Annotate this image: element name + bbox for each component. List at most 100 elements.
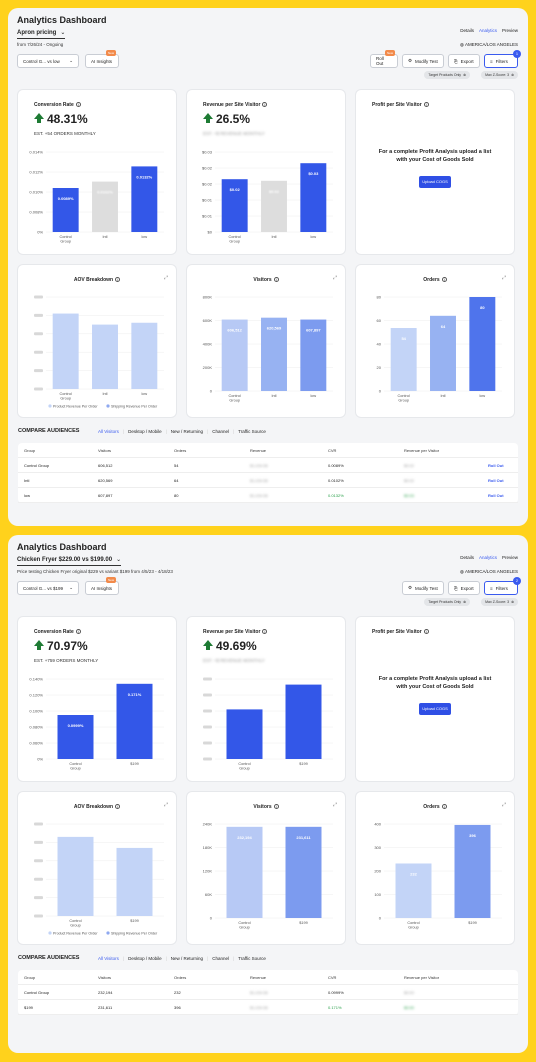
roll-out-button[interactable]: Roll Out New (370, 50, 398, 68)
expand-icon[interactable]: ⤢ (502, 802, 506, 808)
y-tick-label: 0 (379, 389, 382, 394)
filter-chip[interactable]: Target Products Only ⊗ (424, 598, 470, 606)
info-icon[interactable]: i (262, 102, 268, 108)
tab-traffic-source[interactable]: Traffic Source (238, 956, 266, 961)
close-icon[interactable]: ⊗ (463, 600, 466, 604)
info-icon[interactable]: i (115, 804, 121, 810)
upload-cogs-button[interactable]: Upload COGS (419, 703, 451, 715)
view-link-analytics[interactable]: Analytics (479, 555, 497, 560)
info-icon[interactable]: i (115, 277, 121, 283)
y-tick-label-blurred (203, 725, 212, 729)
close-icon[interactable]: ⊗ (511, 73, 514, 77)
export-button[interactable]: ⎘ Export (448, 54, 480, 68)
modify-test-button[interactable]: ⚙ Modify Test (402, 54, 444, 68)
info-icon[interactable]: i (441, 804, 447, 810)
y-tick-label: 800K (203, 295, 213, 300)
info-icon[interactable]: i (273, 277, 279, 283)
legend-marker (48, 404, 52, 408)
tab-channel[interactable]: Channel (212, 956, 229, 961)
filters-button[interactable]: ≡ Filters 2 (484, 577, 521, 595)
expand-icon[interactable]: ⤢ (502, 275, 506, 281)
bar-value-label: 231,611 (296, 835, 311, 840)
info-icon[interactable]: i (273, 804, 279, 810)
filter-icon: ≡ (490, 58, 493, 64)
ai-insights-button[interactable]: AI Insights New (85, 50, 119, 68)
view-links: Details Analytics Preview (455, 555, 518, 560)
view-link-analytics[interactable]: Analytics (479, 28, 497, 33)
tab-all-visitors[interactable]: All Visitors (98, 429, 119, 434)
bar-value-label: 80 (480, 305, 485, 310)
filter-chip[interactable]: Max Z-Score: 3 ⊗ (481, 598, 518, 606)
y-tick-label: 200K (203, 365, 213, 370)
cell-visitors: 620,569 (98, 478, 113, 483)
tab-traffic-source[interactable]: Traffic Source (238, 429, 266, 434)
gear-icon: ⚙ (408, 58, 413, 63)
cell-revenue: $1,234.56 (250, 463, 268, 468)
info-icon[interactable]: i (441, 277, 447, 283)
y-tick-label: $0.01 (202, 214, 213, 219)
expand-icon[interactable]: ⤢ (333, 802, 337, 808)
expand-icon[interactable]: ⤢ (164, 275, 168, 281)
tab-desktop-mobile[interactable]: Desktop / Mobile (128, 956, 162, 961)
column-header: Orders (174, 448, 187, 453)
cell-rpv: $0.00 (404, 990, 415, 995)
card-title: Conversion Rate i (34, 102, 176, 108)
filter-chip[interactable]: Max Z-Score: 3 ⊗ (481, 71, 518, 79)
roll-out-link[interactable]: Roll Out (488, 493, 504, 498)
cell-orders: 232 (174, 990, 181, 995)
x-tick-label: Intl (102, 392, 107, 396)
cell-rpv: $0.02 (404, 463, 415, 468)
info-icon[interactable]: i (423, 102, 429, 108)
view-link-preview[interactable]: Preview (502, 28, 518, 33)
conversion-rate-card: Conversion Rate i 48.31% EST. +54 ORDERS MO… (18, 90, 176, 254)
tab-all-visitors[interactable]: All Visitors (98, 956, 119, 961)
filters-label: Filters (495, 58, 508, 64)
compare-table: Group Visitors Orders Revenue CVR Revenue per… (18, 970, 518, 1015)
view-link-preview[interactable]: Preview (502, 555, 518, 560)
bar-value-label: 232 (410, 871, 417, 876)
modify-test-label: Modify Test (415, 585, 438, 591)
info-icon[interactable]: i (75, 102, 81, 108)
table-row: Control Group 606,512 54 $1,234.56 0.0089% $0… (18, 458, 518, 473)
card-title-text: Visitors (253, 277, 272, 283)
expand-icon[interactable]: ⤢ (333, 275, 337, 281)
tab-separator: | (207, 429, 209, 434)
arrow-up-icon (203, 640, 213, 650)
card-title: Visitors i (187, 804, 345, 810)
close-icon[interactable]: ⊗ (463, 73, 466, 77)
upload-cogs-button[interactable]: Upload COGS (419, 176, 451, 188)
roll-out-link[interactable]: Roll Out (488, 463, 504, 468)
tab-channel[interactable]: Channel (212, 429, 229, 434)
test-selector[interactable]: Chicken Fryer $229.00 vs $199.00 ⌄ (17, 556, 122, 566)
conversion-rate-card: Conversion Rate i 70.97% EST. +759 ORDERS M… (18, 617, 176, 781)
tab-new-returning[interactable]: New / Returning (171, 956, 203, 961)
y-tick-label-blurred (203, 677, 212, 681)
export-icon: ⎘ (454, 58, 458, 64)
x-tick-label: Group (398, 399, 409, 403)
view-link-details[interactable]: Details (460, 555, 474, 560)
card-title: Orders i (356, 804, 514, 810)
filter-chip[interactable]: Target Products Only ⊗ (424, 71, 470, 79)
timezone-label: ◍ AMERICA/LOS ANGELES (460, 42, 518, 48)
filter-chip-label: Max Z-Score: 3 (485, 600, 510, 604)
roll-out-link[interactable]: Roll Out (488, 478, 504, 483)
info-icon[interactable]: i (423, 629, 429, 635)
ai-insights-button[interactable]: AI Insights New (85, 577, 119, 595)
lift-value-text: 49.69% (216, 639, 257, 653)
modify-test-button[interactable]: ⚙ Modify Test (402, 581, 444, 595)
variant-compare-select[interactable]: Control G... vs low ⌄ (17, 54, 79, 68)
filters-button[interactable]: ≡ Filters 1 (484, 50, 521, 68)
chart-bar (57, 715, 94, 759)
cell-cvr: 0.0102% (328, 478, 344, 483)
info-icon[interactable]: i (75, 629, 81, 635)
export-button[interactable]: ⎘ Export (448, 581, 480, 595)
info-icon[interactable]: i (262, 629, 268, 635)
lift-value: 49.69% (203, 639, 257, 653)
expand-icon[interactable]: ⤢ (164, 802, 168, 808)
variant-compare-select[interactable]: Control G... vs $199 ⌄ (17, 581, 79, 595)
tab-desktop-mobile[interactable]: Desktop / Mobile (128, 429, 162, 434)
tab-new-returning[interactable]: New / Returning (171, 429, 203, 434)
view-link-details[interactable]: Details (460, 28, 474, 33)
test-selector[interactable]: Apron pricing ⌄ (17, 29, 66, 39)
close-icon[interactable]: ⊗ (511, 600, 514, 604)
